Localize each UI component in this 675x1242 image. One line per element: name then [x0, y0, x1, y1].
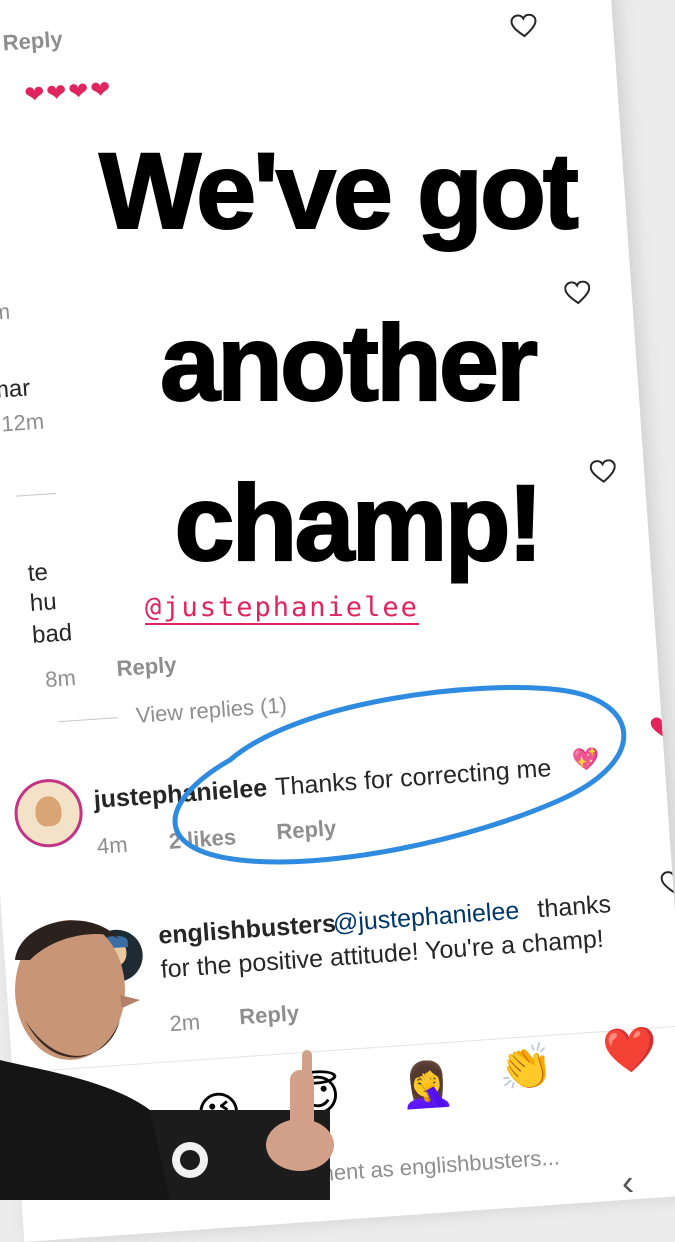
- mention-sticker[interactable]: @justephanielee: [145, 592, 419, 625]
- headline-line-1: We've got: [98, 129, 580, 252]
- person-sticker: [0, 920, 334, 1200]
- headline-line-2: another: [159, 301, 539, 424]
- headline-line-3: champ!: [173, 461, 544, 584]
